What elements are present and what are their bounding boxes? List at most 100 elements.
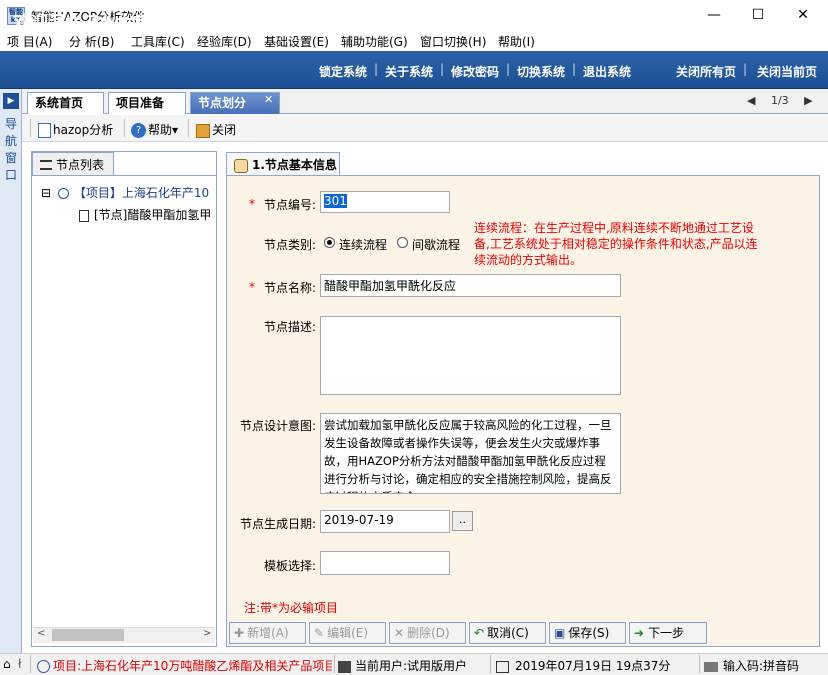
scroll-left-icon[interactable]: < — [37, 628, 45, 639]
menu-tool-library[interactable]: 工具库(C) — [131, 33, 185, 50]
status-ime-text: 输入码:拼音码 — [723, 659, 800, 673]
toolbar-separator — [124, 119, 125, 137]
hazop-analysis-button[interactable]: hazop分析 — [38, 121, 113, 138]
menu-analysis[interactable]: 分 析(B) — [69, 33, 114, 50]
exit-system-link[interactable]: 退出系统 — [583, 63, 631, 80]
node-document-icon — [79, 209, 89, 222]
cancel-arrow-icon: ↶ — [474, 626, 485, 640]
node-tree — [32, 175, 216, 646]
status-datetime: 2019年07月19日 19点37分 — [496, 657, 670, 674]
cancel-label: 取消(C) — [487, 626, 529, 640]
minimize-button[interactable]: — — [692, 0, 736, 31]
continuous-radio[interactable] — [324, 237, 335, 248]
node-basic-info-title-text: 1.节点基本信息 — [252, 158, 337, 172]
close-tab-icon[interactable]: ✕ — [264, 93, 273, 106]
hand-icon — [234, 158, 248, 173]
about-system-link[interactable]: 关于系统 — [385, 63, 433, 80]
continuous-label[interactable]: 连续流程 — [339, 236, 387, 253]
close-label: 关闭 — [212, 123, 237, 137]
edit-icon: ✎ — [314, 626, 325, 640]
batch-label[interactable]: 间歇流程 — [412, 236, 460, 253]
scroll-right-icon[interactable]: > — [203, 628, 211, 639]
status-user-text: 当前用户:试用版用户 — [355, 659, 468, 673]
tree-node-label: [节点]醋酸甲酯加氢甲 — [94, 208, 212, 222]
tab-pager: ◀ 1/3 ▶ — [747, 94, 813, 107]
status-project: 项目:上海石化年产10万吨醋酸乙烯酯及相关产品项目 — [37, 657, 332, 674]
date-picker-button[interactable]: .. — [452, 511, 473, 531]
status-separator — [490, 655, 491, 673]
switch-system-link[interactable]: 切换系统 — [517, 63, 565, 80]
collapse-icon[interactable]: ⊟ — [41, 186, 51, 200]
status-user: 当前用户:试用版用户 — [338, 657, 467, 674]
required-mark: * — [249, 197, 255, 211]
close-button[interactable]: 关闭 — [196, 121, 236, 138]
save-label: 保存(S) — [568, 626, 610, 640]
delete-label: 删除(D) — [407, 626, 450, 640]
tab-system-home[interactable]: 系统首页 — [27, 92, 104, 114]
node-no-value: 301 — [324, 194, 347, 208]
navigation-window-label[interactable]: 导航窗口 — [4, 116, 18, 184]
banner-separator: | — [743, 62, 748, 76]
delete-button[interactable]: ✕ 删除(D) — [389, 622, 466, 644]
cancel-button[interactable]: ↶ 取消(C) — [469, 622, 546, 644]
node-list-title-text: 节点列表 — [56, 158, 105, 172]
node-list-title: 节点列表 — [40, 156, 104, 173]
change-password-link[interactable]: 修改密码 — [451, 63, 499, 80]
banner-separator: | — [440, 62, 445, 76]
tree-node-row[interactable]: [节点]醋酸甲酯加氢甲 — [79, 206, 211, 223]
menu-window-switch[interactable]: 窗口切换(H) — [420, 33, 486, 50]
prev-page-icon[interactable]: ◀ — [747, 94, 755, 107]
design-intent-textarea[interactable]: 尝试加载加氢甲酰化反应属于较高风险的化工过程，一旦发生设备故障或者操作失误等，便… — [320, 413, 621, 494]
node-name-label: 节点名称: — [264, 281, 317, 295]
menu-aux-functions[interactable]: 辅助功能(G) — [341, 33, 408, 50]
user-icon — [338, 660, 351, 673]
menu-project[interactable]: 项 目(A) — [7, 33, 52, 50]
project-circle-icon — [57, 188, 69, 199]
creation-date-input[interactable]: 2019-07-19 — [320, 510, 450, 533]
status-short: ł — [18, 657, 22, 671]
plus-icon: ✚ — [234, 626, 245, 640]
node-desc-textarea[interactable] — [320, 316, 621, 395]
status-datetime-text: 2019年07月19日 19点37分 — [515, 659, 671, 673]
design-intent-label: 节点设计意图: — [240, 419, 317, 433]
node-no-input[interactable]: 301 — [320, 191, 450, 213]
template-label: 模板选择: — [264, 559, 317, 573]
maximize-button[interactable]: ☐ — [736, 0, 780, 31]
lock-system-link[interactable]: 锁定系统 — [319, 63, 367, 80]
close-current-page-link[interactable]: 关闭当前页 — [757, 63, 817, 80]
add-button[interactable]: ✚ 新增(A) — [229, 622, 306, 644]
close-window-button[interactable]: ✕ — [781, 0, 825, 31]
status-separator — [30, 655, 31, 673]
menu-basic-settings[interactable]: 基础设置(E) — [264, 33, 329, 50]
required-mark: * — [249, 280, 255, 294]
creation-date-label: 节点生成日期: — [240, 517, 317, 531]
tree-project-row[interactable]: ⊟ 【项目】上海石化年产10 — [41, 184, 209, 201]
welcome-text: 欢迎河北工业大学王建文 — [14, 13, 201, 33]
menu-help[interactable]: 帮助(I) — [498, 33, 535, 50]
banner-separator: | — [572, 62, 577, 76]
home-icon: ⌂ — [3, 657, 11, 671]
save-button[interactable]: ▣ 保存(S) — [549, 622, 626, 644]
edit-button[interactable]: ✎ 编辑(E) — [309, 622, 386, 644]
scrollbar-thumb[interactable] — [52, 629, 124, 641]
menu-experience-library[interactable]: 经验库(D) — [197, 33, 252, 50]
help-label: 帮助▾ — [148, 123, 179, 137]
next-page-icon[interactable]: ▶ — [804, 94, 812, 107]
edit-label: 编辑(E) — [327, 626, 369, 640]
close-all-pages-link[interactable]: 关闭所有页 — [676, 63, 736, 80]
next-step-button[interactable]: ➜ 下一步 — [629, 622, 707, 644]
status-separator — [699, 655, 700, 673]
list-icon — [40, 159, 52, 170]
help-dropdown-button[interactable]: ? 帮助▾ — [131, 121, 178, 138]
node-basic-info-title: 1.节点基本信息 — [234, 156, 337, 173]
tab-project-prep[interactable]: 项目准备 — [108, 92, 186, 114]
close-door-icon — [196, 123, 210, 138]
expand-nav-icon[interactable]: ▶ — [3, 93, 19, 109]
batch-radio[interactable] — [397, 237, 408, 248]
save-icon: ▣ — [554, 626, 566, 640]
template-input[interactable] — [320, 551, 450, 575]
toolbar-separator — [188, 119, 189, 137]
info-icon — [37, 660, 50, 673]
node-name-input[interactable]: 醋酸甲酯加氢甲酰化反应 — [320, 274, 621, 297]
node-desc-label: 节点描述: — [264, 320, 317, 334]
